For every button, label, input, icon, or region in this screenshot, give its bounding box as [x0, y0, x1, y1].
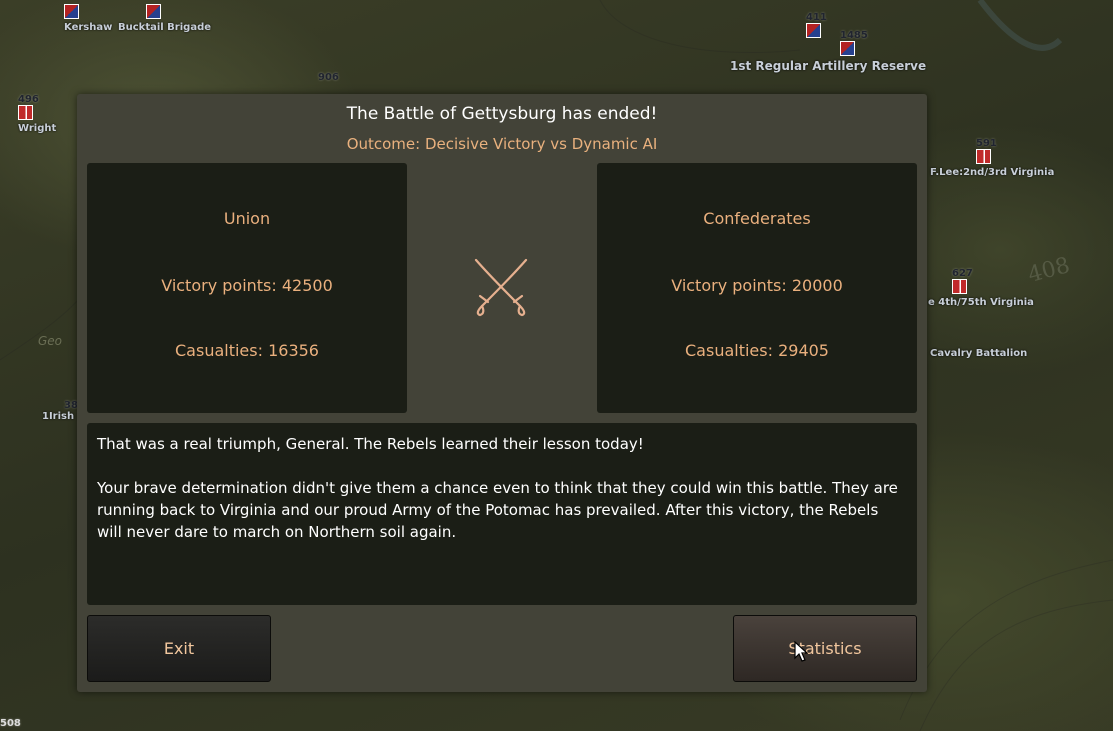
map-unit[interactable]: 1485 1st Regular Artillery Reserve — [730, 30, 926, 73]
map-unit[interactable]: 906 — [318, 72, 339, 83]
confederate-side-name: Confederates — [703, 209, 811, 228]
map-unit[interactable]: 627 e 4th/75th Virginia — [928, 268, 1034, 308]
message-paragraph: Your brave determination didn't give the… — [97, 479, 898, 541]
union-flag-icon — [840, 41, 855, 56]
unit-number: 906 — [318, 72, 339, 83]
unit-number: 627 — [952, 268, 973, 279]
union-flag-icon — [146, 4, 161, 19]
union-victory-points: Victory points: 42500 — [161, 276, 333, 295]
map-unit[interactable]: 508 — [0, 718, 21, 729]
unit-number: 1485 — [840, 30, 868, 41]
map-unit[interactable]: Kershaw — [64, 4, 112, 33]
battle-outcome: Outcome: Decisive Victory vs Dynamic AI — [346, 135, 658, 153]
unit-number: 591 — [976, 138, 997, 149]
unit-number: 496 — [18, 94, 39, 105]
crossed-sabers-icon — [474, 258, 528, 317]
confederate-flag-icon — [976, 149, 991, 164]
confederate-flag-icon — [952, 279, 967, 294]
confederate-summary-panel: Confederates Victory points: 20000 Casua… — [597, 163, 917, 413]
unit-label: Cavalry Battalion — [930, 348, 1028, 359]
unit-number: 411 — [806, 12, 827, 23]
mouse-cursor-icon — [794, 641, 808, 662]
union-flag-icon — [64, 4, 79, 19]
confederate-casualties: Casualties: 29405 — [685, 341, 829, 360]
result-message: That was a real triumph, General. The Re… — [87, 423, 917, 605]
union-casualties: Casualties: 16356 — [175, 341, 319, 360]
unit-label: e 4th/75th Virginia — [928, 297, 1034, 308]
confederate-victory-points: Victory points: 20000 — [671, 276, 843, 295]
unit-label: 1st Regular Artillery Reserve — [730, 59, 927, 73]
map-unit[interactable]: 591 F.Lee:2nd/3rd Virginia — [930, 138, 1054, 178]
map-unit[interactable]: 496 Wright — [18, 94, 56, 134]
map-unit[interactable]: Bucktail Brigade — [118, 4, 211, 33]
message-line: That was a real triumph, General. The Re… — [97, 435, 644, 453]
map-unit[interactable]: Cavalry Battalion — [930, 348, 1027, 359]
unit-label: F.Lee:2nd/3rd Virginia — [930, 167, 1055, 178]
union-summary-panel: Union Victory points: 42500 Casualties: … — [87, 163, 407, 413]
confederate-flag-icon — [18, 105, 33, 120]
exit-button[interactable]: Exit — [87, 615, 271, 682]
map-place-label: Geo — [38, 334, 63, 348]
union-side-name: Union — [223, 209, 271, 228]
dialog-title: The Battle of Gettysburg has ended! — [346, 104, 658, 124]
unit-label: Kershaw — [64, 22, 113, 33]
battle-result-dialog: The Battle of Gettysburg has ended! Outc… — [77, 94, 927, 692]
unit-label: Bucktail Brigade — [118, 22, 212, 33]
unit-number: 508 — [0, 718, 21, 729]
unit-label: Wright — [18, 123, 57, 134]
statistics-button[interactable]: Statistics — [733, 615, 917, 682]
